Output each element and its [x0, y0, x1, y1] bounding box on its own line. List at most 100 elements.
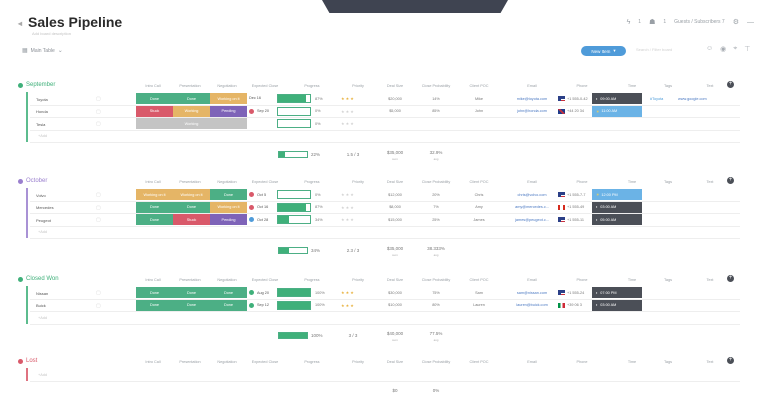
- status-cell[interactable]: Working on it: [210, 201, 247, 213]
- column-header[interactable]: Presentation: [173, 360, 207, 364]
- rating-stars[interactable]: ★★★: [341, 192, 355, 197]
- column-header[interactable]: Priority: [345, 180, 371, 184]
- time-cell[interactable]: ◐ 09:00 AM: [592, 93, 642, 104]
- client-poc[interactable]: Sam: [462, 291, 496, 295]
- column-header[interactable]: Priority: [345, 360, 371, 364]
- group-title[interactable]: Closed Won: [18, 276, 59, 282]
- column-header[interactable]: Phone: [560, 278, 604, 282]
- status-cell[interactable]: [136, 118, 173, 129]
- column-header[interactable]: Time: [610, 360, 654, 364]
- deal-size[interactable]: $5,000: [380, 109, 410, 113]
- status-cell[interactable]: Done: [173, 93, 210, 104]
- phone-number[interactable]: +1 555-24: [558, 290, 584, 295]
- expected-close-date[interactable]: Sep 12: [249, 302, 269, 308]
- add-item-input[interactable]: +Add: [38, 316, 47, 320]
- column-header[interactable]: Time: [610, 180, 654, 184]
- status-cell[interactable]: Pending: [210, 105, 247, 117]
- column-header[interactable]: Presentation: [173, 278, 207, 282]
- table-row[interactable]: [30, 225, 740, 227]
- column-header[interactable]: Tags: [653, 278, 683, 282]
- deal-size[interactable]: $8,000: [380, 205, 410, 209]
- rating-stars[interactable]: ★★★: [341, 303, 355, 308]
- close-probability[interactable]: 7%: [418, 205, 454, 209]
- add-item-input[interactable]: +Add: [38, 373, 47, 377]
- column-header[interactable]: Client POC: [462, 278, 496, 282]
- client-poc[interactable]: Mike: [462, 97, 496, 101]
- status-cell[interactable]: Working on it: [136, 189, 173, 200]
- column-header[interactable]: Client POC: [462, 180, 496, 184]
- person-filter-icon[interactable]: ☺: [706, 45, 713, 53]
- pin-icon[interactable]: ⌖: [733, 45, 737, 53]
- item-chat-icon[interactable]: ▢: [96, 109, 101, 115]
- group-title[interactable]: Lost: [18, 358, 37, 364]
- rating-stars[interactable]: ★★★: [341, 96, 355, 101]
- status-cell[interactable]: Done: [210, 189, 247, 200]
- deal-size[interactable]: $15,000: [380, 218, 410, 222]
- status-cell[interactable]: Done: [173, 287, 210, 298]
- close-probability[interactable]: 75%: [418, 291, 454, 295]
- rating-stars[interactable]: ★★★: [341, 290, 355, 295]
- column-header[interactable]: Text: [693, 84, 727, 88]
- add-item-input[interactable]: +Add: [38, 134, 47, 138]
- email-link[interactable]: lauren@buick.com: [508, 303, 556, 307]
- group-collapse-icon[interactable]: [18, 276, 23, 282]
- column-header[interactable]: Intro Call: [136, 360, 170, 364]
- star-icon[interactable]: ★: [350, 109, 355, 114]
- column-header[interactable]: Progress: [286, 84, 338, 88]
- status-cell[interactable]: Done: [173, 201, 210, 213]
- collapse-chevron-icon[interactable]: ◂: [18, 19, 22, 28]
- star-icon[interactable]: ★: [350, 217, 355, 222]
- expected-close-date[interactable]: Oct 5: [249, 192, 266, 197]
- client-poc[interactable]: James: [462, 218, 496, 222]
- group-collapse-icon[interactable]: [18, 178, 23, 184]
- status-cell[interactable]: Stuck: [173, 214, 210, 225]
- column-header[interactable]: Intro Call: [136, 180, 170, 184]
- column-header[interactable]: Text: [693, 360, 727, 364]
- item-name[interactable]: Nissan: [36, 291, 48, 296]
- expected-close-date[interactable]: Oct 16: [249, 204, 268, 210]
- close-probability[interactable]: 20%: [418, 193, 454, 197]
- table-row[interactable]: [30, 311, 740, 312]
- status-cell[interactable]: Done: [136, 287, 173, 298]
- item-name[interactable]: Honda: [36, 109, 48, 114]
- column-header[interactable]: Expected Close: [247, 278, 283, 282]
- email-link[interactable]: james@peugeot.c...: [508, 218, 556, 222]
- item-name[interactable]: Mercedes: [36, 205, 54, 210]
- email-link[interactable]: mike@toyota.com: [508, 97, 556, 101]
- column-header[interactable]: Text: [693, 180, 727, 184]
- close-probability[interactable]: 14%: [418, 97, 454, 101]
- column-header[interactable]: Close Probability: [418, 180, 454, 184]
- item-chat-icon[interactable]: ▢: [96, 121, 101, 127]
- group-collapse-icon[interactable]: [18, 358, 23, 364]
- column-header[interactable]: Negotiation: [210, 278, 244, 282]
- search-input[interactable]: Search / Filter board: [636, 47, 700, 55]
- item-chat-icon[interactable]: ▢: [96, 290, 101, 296]
- phone-number[interactable]: +39 06 3: [558, 302, 582, 308]
- column-header[interactable]: Email: [508, 278, 556, 282]
- status-cell[interactable]: Stuck: [136, 105, 173, 117]
- eye-icon[interactable]: ◉: [720, 45, 726, 53]
- star-icon[interactable]: ★: [350, 192, 355, 197]
- board-title-wrap[interactable]: ◂ Sales Pipeline: [18, 14, 122, 30]
- column-header[interactable]: Close Probability: [418, 84, 454, 88]
- guests-label[interactable]: Guests / Subscribers 7: [674, 19, 725, 25]
- expected-close-date[interactable]: Oct 28: [249, 217, 268, 222]
- column-header[interactable]: Text: [693, 278, 727, 282]
- time-cell[interactable]: ☀ 12:00 PM: [592, 189, 642, 200]
- column-header[interactable]: Deal Size: [380, 360, 410, 364]
- new-item-button[interactable]: New Item ▾: [581, 46, 626, 56]
- column-header[interactable]: Client POC: [462, 84, 496, 88]
- add-column-button[interactable]: +: [727, 357, 734, 364]
- column-header[interactable]: Time: [610, 84, 654, 88]
- time-cell[interactable]: ◐ 07:00 PM: [592, 287, 642, 298]
- status-cell[interactable]: Working: [173, 118, 210, 129]
- column-header[interactable]: Tags: [653, 84, 683, 88]
- email-link[interactable]: amy@mercedes.c...: [508, 205, 556, 209]
- time-cell[interactable]: ☀ 11:00 AM: [592, 105, 642, 117]
- board-description[interactable]: Add board description: [32, 31, 71, 36]
- phone-number[interactable]: +1 555-0-42: [558, 96, 588, 101]
- item-name[interactable]: Toyota: [36, 97, 48, 102]
- item-name[interactable]: Volvo: [36, 193, 46, 198]
- table-row[interactable]: [30, 129, 740, 131]
- client-poc[interactable]: Chris: [462, 193, 496, 197]
